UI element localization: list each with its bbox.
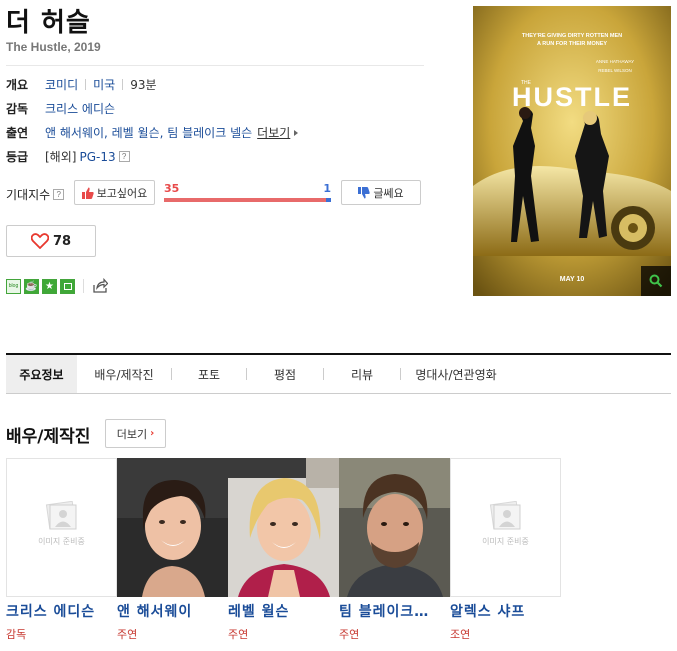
divider [122,79,124,90]
chevron-right-icon [294,129,299,136]
tab-review[interactable]: 리뷰 [324,355,400,393]
tab-rating[interactable]: 평점 [247,355,323,393]
cast-card[interactable]: 앤 해서웨이 주연 [117,458,228,642]
poster-actor-1: ANNE HATHAWAY [596,59,634,64]
divider [85,79,87,90]
poster-tagline: THEY'RE GIVING DIRTY ROTTEN MEN [522,33,622,39]
cast-role: 주연 [117,628,138,641]
placeholder-text: 이미지 준비중 [482,537,529,546]
country-link[interactable]: 미국 [93,76,115,93]
cast-card[interactable]: 이미지 준비중 알렉스 샤프 조연 [450,458,561,642]
cast-card[interactable]: 레벨 윌슨 주연 [228,458,339,642]
person-placeholder-icon [45,501,76,530]
thumbs-down-icon [358,186,370,198]
rating-row: 등급 [해외] PG-13 ? [6,148,130,165]
cast-photo [228,458,339,597]
cast-name[interactable]: 팀 블레이크… [339,601,450,621]
overview-row: 개요 코미디 미국 93분 [6,76,157,93]
cafe-share-icon[interactable]: ☕ [24,278,39,294]
cast-links[interactable]: 앤 해서웨이, 레벨 윌슨, 팀 블레이크 넬슨 [45,124,252,141]
detail-tabs: 주요정보 배우/제작진 포토 평점 리뷰 명대사/연관영화 [6,353,671,394]
cast-row: 출연 앤 해서웨이, 레벨 윌슨, 팀 블레이크 넬슨 더보기 [6,124,299,141]
director-link[interactable]: 크리스 에디슨 [45,100,115,117]
expectation-bar: 35 1 [164,182,331,202]
tab-main-info[interactable]: 주요정보 [6,355,77,393]
cast-role: 감독 [6,628,27,641]
tab-photo[interactable]: 포토 [172,355,246,393]
cast-photo-image [228,458,339,597]
thumbs-up-icon [81,187,94,199]
bookmark-star-icon[interactable]: ★ [42,278,57,294]
want-count: 35 [164,182,180,195]
cast-more-button[interactable]: 더보기 › [105,419,166,448]
cast-name[interactable]: 알렉스 샤프 [450,601,561,621]
cast-card[interactable]: 이미지 준비중 크리스 에디슨 감독 [6,458,117,642]
expectation-bar-track [164,198,331,202]
runtime: 93분 [130,78,157,92]
cast-photo [339,458,450,597]
genre-link[interactable]: 코미디 [45,76,78,93]
nah-count: 1 [323,182,331,195]
heart-icon [30,233,49,249]
cast-photo-placeholder: 이미지 준비중 [450,458,561,597]
cast-photo-placeholder: 이미지 준비중 [6,458,117,597]
like-count: 78 [52,233,72,249]
cast-photo-image [117,458,228,597]
divider [83,279,84,293]
cast-role: 조연 [450,628,471,641]
cast-role: 주연 [228,628,249,641]
cast-photo-image [339,458,450,597]
director-label: 감독 [6,102,29,116]
cast-photo [117,458,228,597]
zoom-button[interactable] [641,266,671,296]
cast-more-link[interactable]: 더보기 [257,124,290,141]
poster-image: THEY'RE GIVING DIRTY ROTTEN MEN A RUN FO… [473,6,671,296]
not-sure-button[interactable]: 글쎄요 [341,180,421,205]
placeholder-text: 이미지 준비중 [38,537,85,546]
tab-cast-crew[interactable]: 배우/제작진 [77,355,171,393]
cast-section-title: 배우/제작진 [6,427,91,447]
poster-tagline-2: A RUN FOR THEIR MONEY [537,41,607,47]
memo-share-icon[interactable] [60,278,75,294]
rating-link[interactable]: PG-13 [79,150,115,164]
person-placeholder-icon [489,501,520,530]
tab-quotes-related[interactable]: 명대사/연관영화 [401,355,511,393]
help-icon[interactable]: ? [53,189,65,200]
expectation-label: 기대지수 [6,188,51,202]
cast-label: 출연 [6,126,29,140]
cast-card[interactable]: 팀 블레이크… 주연 [339,458,450,642]
poster-actor-2: REBEL WILSON [598,68,632,73]
movie-poster[interactable]: THEY'RE GIVING DIRTY ROTTEN MEN A RUN FO… [473,6,671,296]
poster-release-date: MAY 10 [560,276,585,283]
cast-more-label: 더보기 [116,427,148,441]
rating-label: 등급 [6,150,29,164]
movie-title: 더 허슬 [6,8,91,38]
cast-name[interactable]: 레벨 윌슨 [228,601,339,621]
director-row: 감독 크리스 에디슨 [6,100,115,117]
help-icon[interactable]: ? [118,151,130,162]
movie-subtitle: The Hustle, 2019 [6,40,101,54]
expectation-label-group: 기대지수 ? [6,186,65,203]
chevron-right-icon: › [150,428,155,439]
blog-share-icon[interactable]: blog [6,278,21,294]
want-to-see-label: 보고싶어요 [96,186,148,200]
search-icon [649,274,663,288]
want-bar-fill [164,198,327,202]
share-row: blog ☕ ★ [6,278,108,294]
rating-prefix: [해외] [45,150,77,164]
cast-role: 주연 [339,628,360,641]
title-divider [6,65,424,66]
like-button[interactable]: 78 [6,225,96,257]
poster-title: HUSTLE [512,82,632,112]
cast-name[interactable]: 크리스 에디슨 [6,601,117,621]
overview-label: 개요 [6,78,29,92]
cast-name[interactable]: 앤 해서웨이 [117,601,228,621]
share-icon[interactable] [92,278,108,294]
not-sure-label: 글쎄요 [373,186,404,200]
want-to-see-button[interactable]: 보고싶어요 [74,180,155,205]
